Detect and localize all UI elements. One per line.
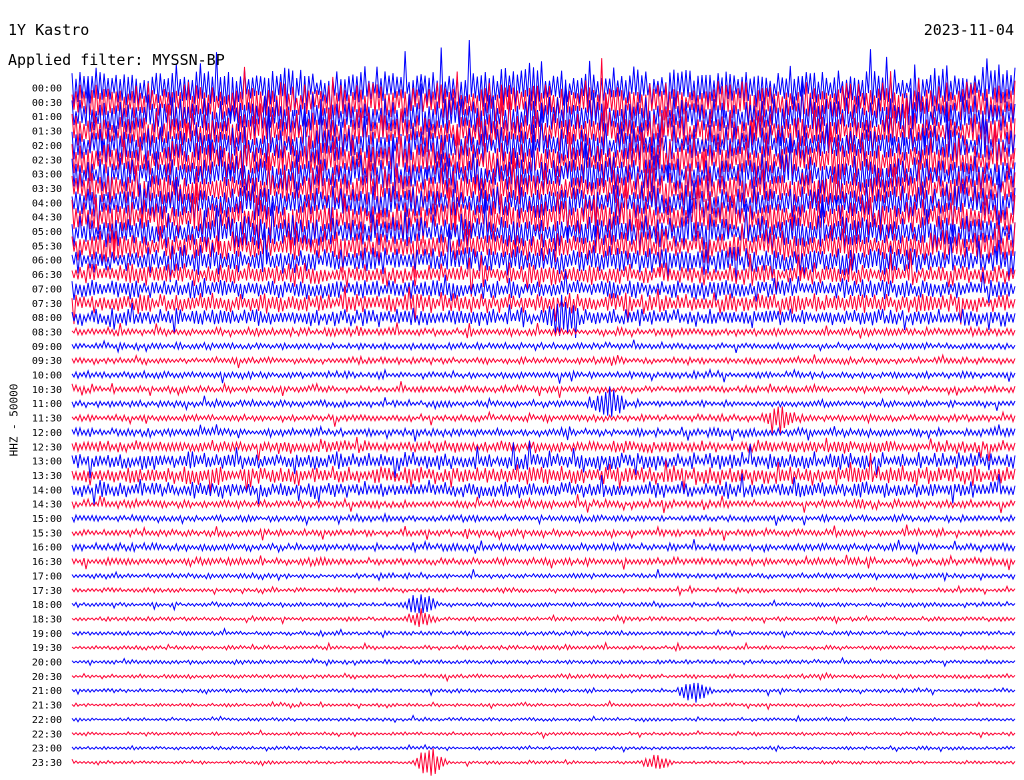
row-time-label: 18:00 (32, 600, 62, 611)
trace-row-0900 (71, 339, 1016, 354)
row-time-label: 03:30 (32, 184, 62, 195)
row-time-label: 18:30 (32, 614, 62, 625)
row-time-label: 07:30 (32, 299, 62, 310)
row-time-label: 08:00 (32, 313, 62, 324)
row-time-label: 12:00 (32, 428, 62, 439)
trace-row-2330 (71, 748, 1016, 776)
row-time-label: 13:00 (32, 457, 62, 468)
trace-row-0830 (71, 322, 1016, 339)
row-time-label: 17:00 (32, 571, 62, 582)
row-time-label: 11:30 (32, 414, 62, 425)
row-time-label: 14:30 (32, 500, 62, 511)
row-time-label: 09:00 (32, 342, 62, 353)
trace-row-2200 (71, 714, 1016, 724)
row-time-label: 04:00 (32, 198, 62, 209)
row-time-label: 06:00 (32, 256, 62, 267)
trace-row-1500 (71, 512, 1016, 527)
row-time-label: 21:00 (32, 686, 62, 697)
row-time-label: 05:30 (32, 241, 62, 252)
row-time-label: 02:30 (32, 155, 62, 166)
row-time-label: 03:00 (32, 170, 62, 181)
trace-row-2300 (71, 743, 1016, 754)
row-time-label: 13:30 (32, 471, 62, 482)
row-time-label: 21:30 (32, 701, 62, 712)
trace-row-1800 (71, 594, 1016, 614)
row-time-label: 17:30 (32, 586, 62, 597)
row-time-label: 06:30 (32, 270, 62, 281)
trace-row-2000 (71, 656, 1016, 668)
row-time-label: 23:00 (32, 744, 62, 755)
row-time-label: 22:30 (32, 729, 62, 740)
trace-row-1830 (71, 608, 1016, 627)
trace-row-1900 (71, 627, 1016, 639)
row-time-label: 19:30 (32, 643, 62, 654)
trace-row-1930 (71, 641, 1016, 653)
row-time-label: 23:30 (32, 758, 62, 769)
trace-row-1600 (71, 539, 1016, 555)
trace-row-2100 (71, 682, 1016, 703)
row-time-label: 02:00 (32, 141, 62, 152)
trace-row-2230 (71, 729, 1016, 740)
trace-row-1030 (71, 381, 1016, 398)
trace-row-1000 (71, 367, 1016, 384)
trace-row-1730 (71, 584, 1016, 597)
row-time-label: 01:00 (32, 112, 62, 123)
row-time-label: 07:00 (32, 284, 62, 295)
row-time-label: 14:00 (32, 485, 62, 496)
row-time-label: 16:00 (32, 543, 62, 554)
trace-row-1200 (71, 424, 1016, 442)
trace-row-1700 (71, 569, 1016, 583)
row-time-label: 11:00 (32, 399, 62, 410)
trace-layer (71, 39, 1016, 776)
row-time-label: 22:00 (32, 715, 62, 726)
row-time-label: 12:30 (32, 442, 62, 453)
row-time-label: 15:30 (32, 528, 62, 539)
filter-label: Applied filter: MYSSN-BP (8, 51, 225, 69)
row-time-label: 01:30 (32, 127, 62, 138)
row-time-label: 19:00 (32, 629, 62, 640)
row-time-label: 04:30 (32, 213, 62, 224)
y-axis-label: HHZ - 50000 (7, 383, 21, 457)
trace-row-1230 (71, 436, 1016, 462)
trace-row-1430 (71, 494, 1016, 514)
row-time-label: 10:30 (32, 385, 62, 396)
row-time-label: 09:30 (32, 356, 62, 367)
trace-row-2130 (71, 699, 1016, 711)
row-time-label: 15:00 (32, 514, 62, 525)
row-time-label: 20:30 (32, 672, 62, 683)
trace-row-1630 (71, 553, 1016, 571)
row-time-label: 00:30 (32, 98, 62, 109)
row-time-label: 00:00 (32, 84, 62, 95)
trace-row-0930 (71, 353, 1016, 369)
row-time-label: 08:30 (32, 327, 62, 338)
row-time-label: 10:00 (32, 371, 62, 382)
trace-row-1530 (71, 524, 1016, 542)
helicorder-plot: 00:00 00:30 01:00 01:30 02:00 02:30 03:00 03:30… (32, 39, 1016, 776)
row-time-label: 16:30 (32, 557, 62, 568)
row-label-layer: 00:00 00:30 01:00 01:30 02:00 02:30 03:00 03:30… (32, 84, 62, 769)
trace-row-2030 (71, 671, 1016, 683)
row-time-label: 20:00 (32, 658, 62, 669)
row-time-label: 05:00 (32, 227, 62, 238)
